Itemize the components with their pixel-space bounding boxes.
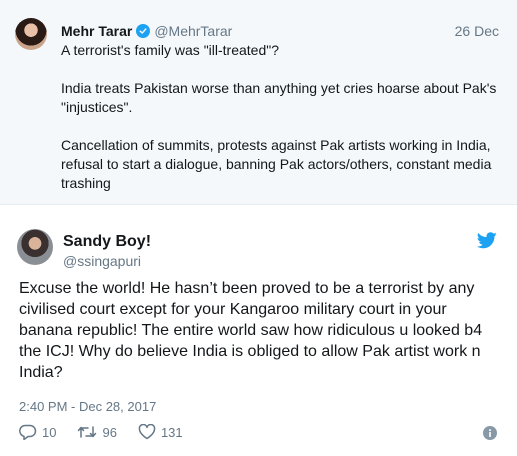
quoted-tweet-body: A terrorist's family was "ill-treated"? … [61, 41, 501, 193]
quoted-tweet[interactable]: Mehr Tarar @MehrTarar 26 Dec A terrorist… [0, 0, 517, 205]
retweet-icon [78, 426, 97, 438]
author-name[interactable]: Sandy Boy! [63, 233, 151, 251]
quoted-tweet-date[interactable]: 26 Dec [455, 23, 499, 39]
quoted-paragraph: India treats Pakistan worse than anythin… [61, 80, 497, 115]
tweet-actions: 10 96 131 [19, 424, 204, 440]
reply-button[interactable]: 10 [19, 424, 56, 440]
tweet-timestamp[interactable]: 2:40 PM - Dec 28, 2017 [19, 399, 156, 414]
like-icon [138, 424, 156, 440]
quoted-author-avatar[interactable] [15, 18, 47, 50]
retweet-button[interactable]: 96 [77, 424, 117, 440]
quoted-paragraph: A terrorist's family was "ill-treated"? [61, 42, 280, 58]
quoted-author-handle[interactable]: @MehrTarar [154, 23, 232, 39]
verified-badge-icon [136, 24, 151, 38]
quoted-tweet-header: Mehr Tarar @MehrTarar [61, 22, 232, 40]
quoted-author-name[interactable]: Mehr Tarar [61, 23, 132, 39]
reply-icon [19, 424, 37, 440]
reply-count: 10 [42, 424, 57, 440]
like-count: 131 [160, 424, 183, 440]
author-handle[interactable]: @ssingapuri [63, 253, 141, 269]
quoted-paragraph: Cancellation of summits, protests agains… [61, 137, 492, 191]
author-avatar[interactable] [17, 229, 53, 265]
main-tweet: Sandy Boy! @ssingapuri Excuse the world!… [0, 206, 517, 456]
info-icon[interactable] [483, 426, 497, 440]
twitter-bird-icon[interactable] [477, 232, 497, 249]
tweet-text: Excuse the world! He hasn’t been proved … [19, 280, 483, 381]
like-button[interactable]: 131 [138, 424, 183, 440]
retweet-count: 96 [102, 424, 117, 440]
